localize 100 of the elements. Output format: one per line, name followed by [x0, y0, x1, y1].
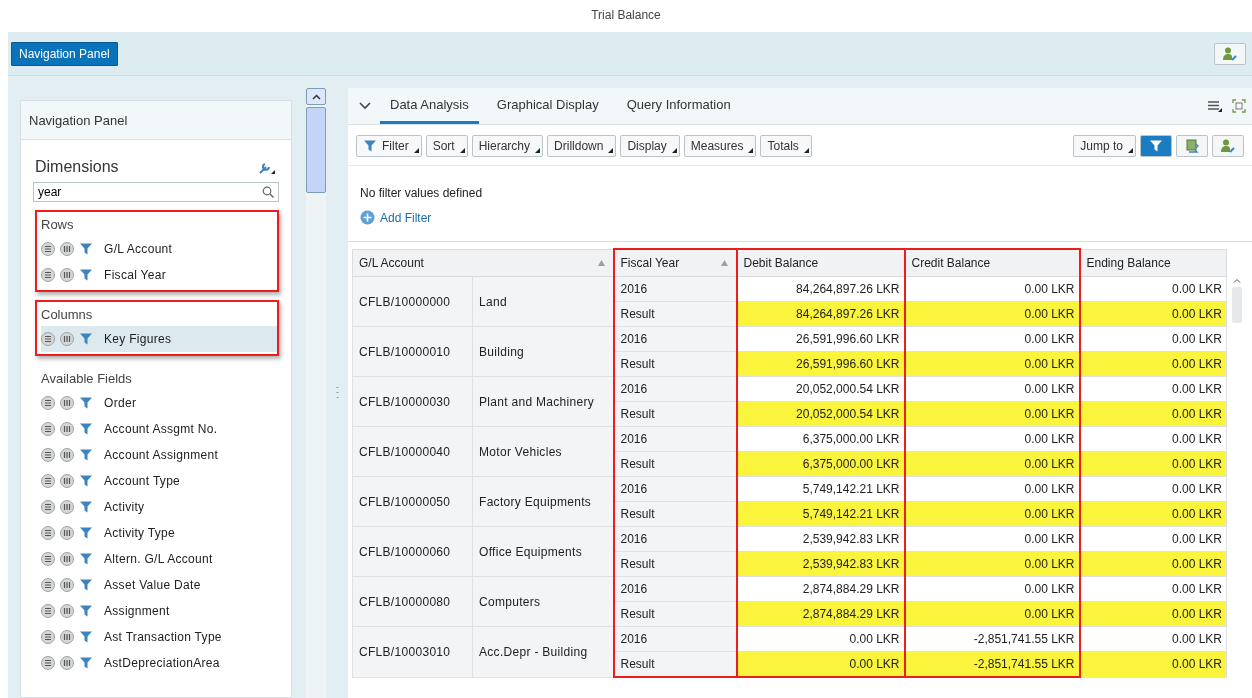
filter-icon[interactable] [79, 656, 93, 670]
navigation-panel-button[interactable]: Navigation Panel [11, 41, 118, 66]
toolbar-button[interactable]: Filter [356, 135, 422, 157]
rows-icon[interactable] [41, 656, 55, 670]
filter-icon[interactable] [79, 552, 93, 566]
scroll-up-button[interactable] [306, 88, 326, 105]
filter-icon[interactable] [79, 242, 93, 256]
rows-icon[interactable] [41, 268, 55, 282]
field-label[interactable]: G/L Account [104, 242, 173, 256]
account-name: Plant and Machinery [472, 376, 614, 427]
swap-icon [1184, 138, 1200, 154]
filter-icon[interactable] [79, 578, 93, 592]
rows-icon[interactable] [41, 396, 55, 410]
field-label[interactable]: Order [104, 396, 137, 410]
field-label[interactable]: Key Figures [104, 332, 172, 346]
column-header[interactable]: Credit Balance [904, 249, 1080, 277]
filter-icon[interactable] [79, 474, 93, 488]
filter-icon[interactable] [79, 604, 93, 618]
column-header[interactable]: G/L Account [352, 249, 614, 277]
field-label[interactable]: Ast Transaction Type [104, 630, 222, 644]
table-cell: 26,591,996.60 LKR [736, 351, 905, 377]
toolbar-button[interactable]: Hierarchy [471, 135, 544, 157]
columns-icon[interactable] [60, 396, 74, 410]
account-code: CFLB/10000000 [352, 276, 473, 327]
field-label[interactable]: Activity Type [104, 526, 176, 540]
columns-icon[interactable] [60, 500, 74, 514]
rows-icon[interactable] [41, 630, 55, 644]
columns-icon[interactable] [60, 552, 74, 566]
scrollbar-thumb[interactable] [1232, 287, 1242, 323]
toolbar-button[interactable]: Totals [760, 135, 812, 157]
fullscreen-icon[interactable] [1232, 99, 1246, 113]
columns-icon[interactable] [60, 578, 74, 592]
toolbar-button[interactable]: Sort [425, 135, 468, 157]
jump-to-button[interactable]: Jump to [1073, 135, 1136, 157]
filter-icon [363, 139, 377, 153]
rows-icon[interactable] [41, 242, 55, 256]
swap-button[interactable] [1176, 135, 1208, 157]
wrench-icon[interactable] [259, 160, 275, 174]
filter-icon[interactable] [79, 630, 93, 644]
filter-icon[interactable] [79, 268, 93, 282]
columns-icon[interactable] [60, 422, 74, 436]
settings-button[interactable] [1212, 135, 1244, 157]
table-cell: 0.00 LKR [904, 551, 1080, 577]
field-label[interactable]: Fiscal Year [104, 268, 166, 282]
table-cell: 0.00 LKR [1079, 551, 1227, 577]
table-cell: 0.00 LKR [904, 501, 1080, 527]
columns-icon[interactable] [60, 656, 74, 670]
rows-icon[interactable] [41, 500, 55, 514]
filter-icon[interactable] [79, 448, 93, 462]
menu-icon[interactable] [1208, 100, 1222, 112]
search-icon[interactable] [262, 186, 274, 198]
toolbar-button[interactable]: Drilldown [547, 135, 617, 157]
filter-icon[interactable] [79, 332, 93, 346]
rows-icon[interactable] [41, 332, 55, 346]
filter-icon[interactable] [79, 526, 93, 540]
search-field[interactable]: year [33, 182, 279, 202]
columns-icon[interactable] [60, 242, 74, 256]
filter-icon[interactable] [79, 422, 93, 436]
column-header[interactable]: Ending Balance [1079, 249, 1227, 277]
table-cell: Result [613, 501, 737, 527]
filter-icon[interactable] [79, 500, 93, 514]
field-label[interactable]: AstDepreciationArea [104, 656, 220, 670]
columns-icon[interactable] [60, 448, 74, 462]
field-label[interactable]: Account Type [104, 474, 181, 488]
field-label[interactable]: Account Assgmt No. [104, 422, 218, 436]
column-header[interactable]: Fiscal Year [613, 249, 737, 277]
field-label[interactable]: Activity [104, 500, 145, 514]
filter-icon[interactable] [79, 396, 93, 410]
rows-icon[interactable] [41, 604, 55, 618]
add-filter-link[interactable]: Add Filter [360, 210, 432, 225]
columns-icon[interactable] [60, 630, 74, 644]
toolbar-button[interactable]: Measures [683, 135, 757, 157]
settings-button[interactable] [1214, 42, 1246, 65]
filter-button[interactable] [1140, 135, 1172, 157]
table-cell: 5,749,142.21 LKR [736, 476, 905, 502]
rows-icon[interactable] [41, 422, 55, 436]
tab[interactable]: Data Analysis [380, 88, 479, 124]
field-label[interactable]: Altern. G/L Account [104, 552, 213, 566]
columns-icon[interactable] [60, 474, 74, 488]
section-label: Columns [41, 306, 94, 324]
rows-icon[interactable] [41, 578, 55, 592]
tab[interactable]: Query Information [616, 88, 741, 124]
columns-icon[interactable] [60, 526, 74, 540]
field-label[interactable]: Account Assignment [104, 448, 219, 462]
table-cell: 0.00 LKR [736, 626, 905, 652]
table-cell: 2,539,942.83 LKR [736, 551, 905, 577]
column-header[interactable]: Debit Balance [736, 249, 905, 277]
table-cell: 2,874,884.29 LKR [736, 576, 905, 602]
rows-icon[interactable] [41, 552, 55, 566]
rows-icon[interactable] [41, 526, 55, 540]
tab[interactable]: Graphical Display [486, 88, 609, 124]
rows-icon[interactable] [41, 474, 55, 488]
columns-icon[interactable] [60, 268, 74, 282]
field-label[interactable]: Assignment [104, 604, 170, 618]
columns-icon[interactable] [60, 604, 74, 618]
field-label[interactable]: Asset Value Date [104, 578, 201, 592]
toolbar-button[interactable]: Display [620, 135, 680, 157]
columns-icon[interactable] [60, 332, 74, 346]
scrollbar-thumb[interactable] [306, 107, 326, 193]
rows-icon[interactable] [41, 448, 55, 462]
